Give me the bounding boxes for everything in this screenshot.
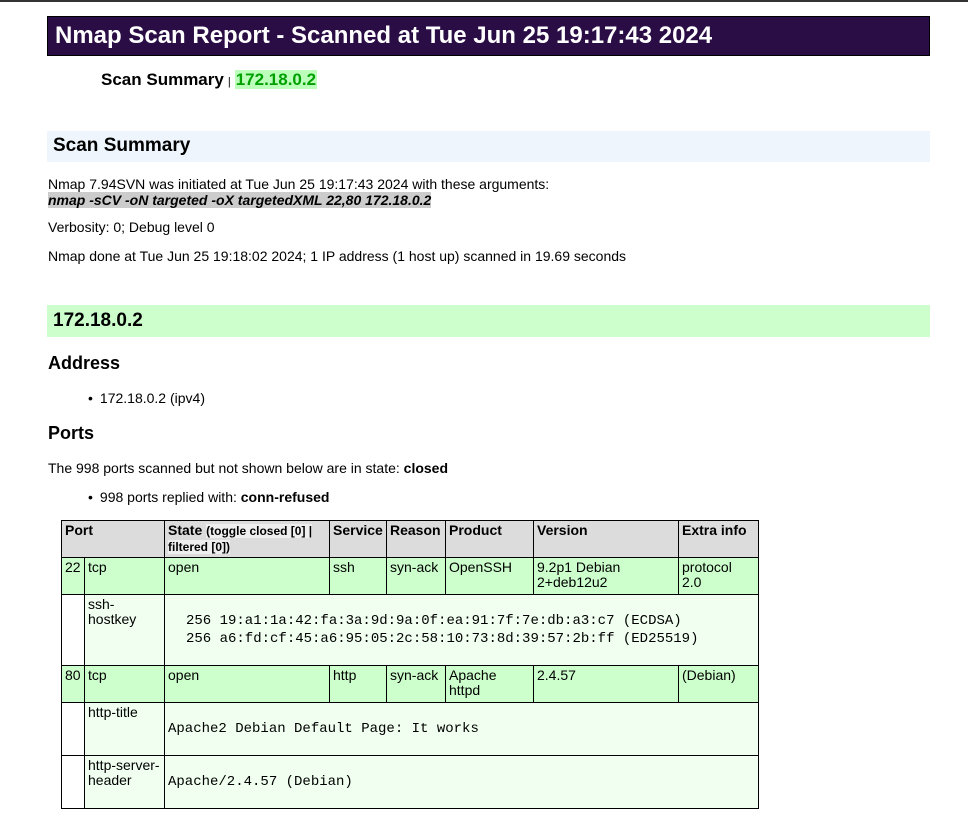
host-heading: 172.18.0.2 bbox=[47, 305, 930, 337]
script-row: http-title Apache2 Debian Default Page: … bbox=[61, 702, 759, 756]
extra-info: protocol 2.0 bbox=[678, 557, 759, 595]
script-output: Apache2 Debian Default Page: It works bbox=[164, 702, 759, 756]
script-name: ssh-hostkey bbox=[84, 594, 165, 666]
closed-ports-prefix: The 998 ports scanned but not shown belo… bbox=[48, 460, 404, 476]
version: 2.4.57 bbox=[533, 665, 679, 703]
extra-info-header: Extra info bbox=[678, 520, 759, 558]
script-spacer bbox=[61, 702, 85, 756]
table-row: 80 tcp open http syn-ack Apache httpd 2.… bbox=[61, 665, 759, 703]
address-item: 172.18.0.2 (ipv4) bbox=[88, 390, 205, 406]
initiated-line: Nmap 7.94SVN was initiated at Tue Jun 25… bbox=[48, 176, 550, 192]
address-value: 172.18.0.2 (ipv4) bbox=[99, 390, 205, 406]
service-header: Service bbox=[329, 520, 387, 558]
product: OpenSSH bbox=[445, 557, 534, 595]
script-name: http-server-header bbox=[84, 755, 165, 809]
nav-separator: | bbox=[227, 76, 231, 88]
version-header: Version bbox=[533, 520, 679, 558]
closed-state: closed bbox=[403, 460, 449, 476]
service: http bbox=[329, 665, 387, 703]
service: ssh bbox=[329, 557, 387, 595]
script-spacer bbox=[61, 594, 85, 666]
version: 9.2p1 Debian 2+deb12u2 bbox=[533, 557, 679, 595]
replied-reason: conn-refused bbox=[240, 489, 330, 505]
scan-initiated-text: Nmap 7.94SVN was initiated at Tue Jun 25… bbox=[48, 176, 549, 208]
script-output: 256 19:a1:1a:42:fa:3a:9d:9a:0f:ea:91:7f:… bbox=[164, 594, 759, 666]
script-row: http-server-header Apache/2.4.57 (Debian… bbox=[61, 755, 759, 809]
script-row: ssh-hostkey 256 19:a1:1a:42:fa:3a:9d:9a:… bbox=[61, 594, 759, 666]
script-name: http-title bbox=[84, 702, 165, 756]
port-header: Port bbox=[61, 520, 165, 558]
ports-heading: Ports bbox=[48, 423, 95, 443]
reason-header: Reason bbox=[386, 520, 446, 558]
product-header: Product bbox=[445, 520, 534, 558]
table-row: 22 tcp open ssh syn-ack OpenSSH 9.2p1 De… bbox=[61, 557, 759, 595]
replied-prefix: 998 ports replied with: bbox=[99, 489, 241, 505]
scan-summary-heading: Scan Summary bbox=[47, 131, 930, 162]
ports-table: Port State (toggle closed [0] | filtered… bbox=[61, 520, 759, 809]
state-header: State (toggle closed [0] | filtered [0]) bbox=[164, 520, 330, 558]
reason: syn-ack bbox=[386, 557, 446, 595]
host-link[interactable]: 172.18.0.2 bbox=[234, 70, 318, 89]
scan-done-text: Nmap done at Tue Jun 25 19:18:02 2024; 1… bbox=[48, 248, 627, 264]
window-top-border bbox=[0, 0, 968, 2]
ssh-hostkey-output: 256 19:a1:1a:42:fa:3a:9d:9a:0f:ea:91:7f:… bbox=[186, 613, 699, 647]
verbosity-text: Verbosity: 0; Debug level 0 bbox=[48, 219, 215, 235]
script-spacer bbox=[61, 755, 85, 809]
closed-ports-text: The 998 ports scanned but not shown belo… bbox=[48, 460, 448, 476]
summary-nav: Scan Summary | 172.18.0.2 bbox=[101, 70, 318, 92]
state-header-label: State bbox=[168, 522, 203, 538]
reason: syn-ack bbox=[386, 665, 446, 703]
product: Apache httpd bbox=[445, 665, 534, 703]
scan-summary-link[interactable]: Scan Summary bbox=[101, 70, 224, 89]
report-title: Nmap Scan Report - Scanned at Tue Jun 25… bbox=[47, 16, 930, 56]
table-header-row: Port State (toggle closed [0] | filtered… bbox=[61, 520, 759, 558]
extra-info: (Debian) bbox=[678, 665, 759, 703]
state: open bbox=[164, 557, 330, 595]
protocol: tcp bbox=[84, 665, 165, 703]
replied-item: 998 ports replied with: conn-refused bbox=[88, 489, 330, 505]
state: open bbox=[164, 665, 330, 703]
port-number: 22 bbox=[61, 557, 85, 595]
script-output: Apache/2.4.57 (Debian) bbox=[164, 755, 759, 809]
scan-arguments: nmap -sCV -oN targeted -oX targetedXML 2… bbox=[48, 192, 432, 208]
protocol: tcp bbox=[84, 557, 165, 595]
address-heading: Address bbox=[48, 353, 121, 373]
port-number: 80 bbox=[61, 665, 85, 703]
